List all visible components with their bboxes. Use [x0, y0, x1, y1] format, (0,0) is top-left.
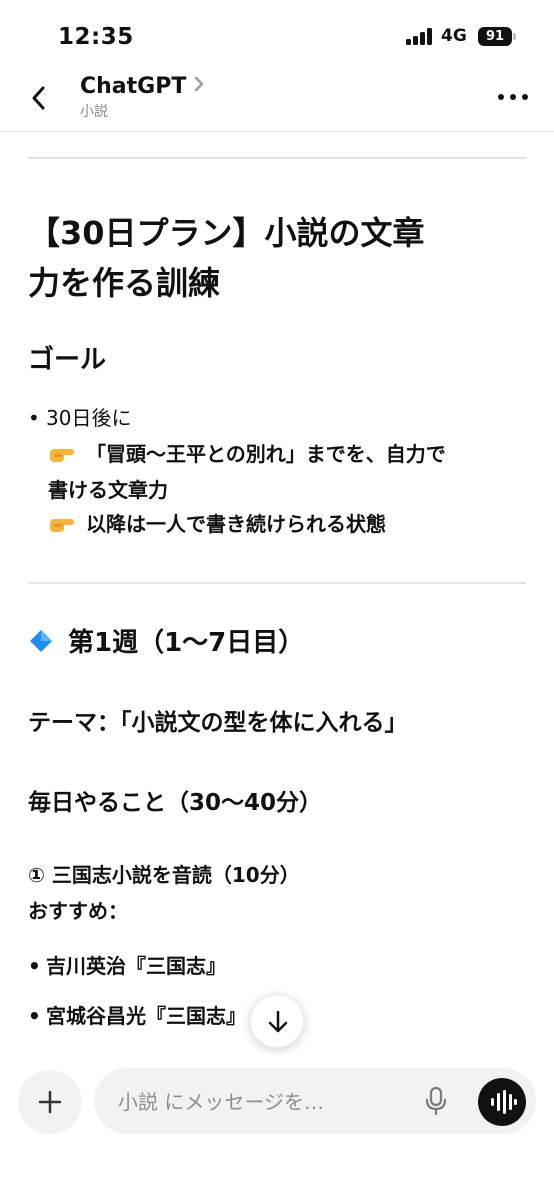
- goal-point: 「冒頭〜王平との別れ」までを、自力で: [48, 436, 446, 472]
- battery-cap: [513, 33, 516, 40]
- list-item: • 宮城谷昌光『三国志』: [28, 998, 246, 1034]
- daily-heading: 毎日やること（30〜40分）: [28, 790, 323, 816]
- recommend-label: おすすめ：: [28, 899, 128, 923]
- week-heading-text: 第1週（1〜7日目）: [68, 628, 305, 658]
- pointing-hand-icon: [48, 508, 78, 532]
- page-heading: 【30日プラン】小説の文章力を作る訓練: [28, 214, 425, 302]
- chevron-left-icon[interactable]: [28, 84, 50, 112]
- divider: [28, 157, 526, 159]
- bullet-dot: •: [28, 954, 41, 978]
- signal-icon: [406, 28, 434, 45]
- scroll-to-bottom-button[interactable]: [250, 994, 304, 1048]
- arrow-down-icon: [268, 1010, 288, 1033]
- chat-subtitle: 小説: [80, 104, 108, 120]
- chat-header: ChatGPT 小説: [0, 62, 554, 132]
- message-input[interactable]: 小説 にメッセージを…: [94, 1068, 536, 1134]
- more-horizontal-icon[interactable]: [498, 92, 528, 102]
- status-time: 12:35: [58, 24, 134, 50]
- goal-point-text: 以降は一人で書き続けられる状態: [86, 512, 386, 536]
- voice-mode-button[interactable]: [478, 1078, 526, 1126]
- pointing-hand-icon: [48, 438, 78, 462]
- theme-heading: テーマ：「小説文の型を体に入れる」: [28, 710, 408, 736]
- chevron-right-icon: [192, 76, 206, 92]
- add-attachment-button[interactable]: [18, 1070, 82, 1134]
- week-heading: 第1週（1〜7日目）: [28, 625, 304, 661]
- goal-point-text: 「冒頭〜王平との別れ」までを、自力で: [86, 442, 446, 466]
- goal-point-continued: 書ける文章力: [48, 478, 168, 502]
- plus-icon: [38, 1090, 62, 1114]
- list-item: • 吉川英治『三国志』: [28, 948, 226, 984]
- book-title: 吉川英治『三国志』: [46, 954, 226, 978]
- goal-heading: ゴール: [28, 345, 107, 375]
- goal-bullet-text: 30日後に: [46, 406, 132, 430]
- status-bar: 12:35 4G 91: [0, 0, 554, 62]
- blue-diamond-icon: [28, 628, 54, 654]
- network-label: 4G: [441, 26, 467, 46]
- list-item: • 30日後に: [28, 400, 131, 436]
- message-input-placeholder: 小説 にメッセージを…: [118, 1090, 324, 1114]
- task-heading: ① 三国志小説を音読（10分）: [28, 863, 300, 887]
- bullet-dot: •: [28, 406, 40, 430]
- chat-title: ChatGPT: [80, 74, 187, 99]
- divider: [28, 582, 526, 584]
- microphone-icon[interactable]: [424, 1086, 448, 1116]
- goal-point: 以降は一人で書き続けられる状態: [48, 506, 386, 542]
- book-title: 宮城谷昌光『三国志』: [46, 1004, 246, 1028]
- battery-icon: 91: [478, 27, 512, 46]
- chat-title-button[interactable]: ChatGPT 小説: [80, 74, 206, 121]
- bullet-dot: •: [28, 1004, 41, 1028]
